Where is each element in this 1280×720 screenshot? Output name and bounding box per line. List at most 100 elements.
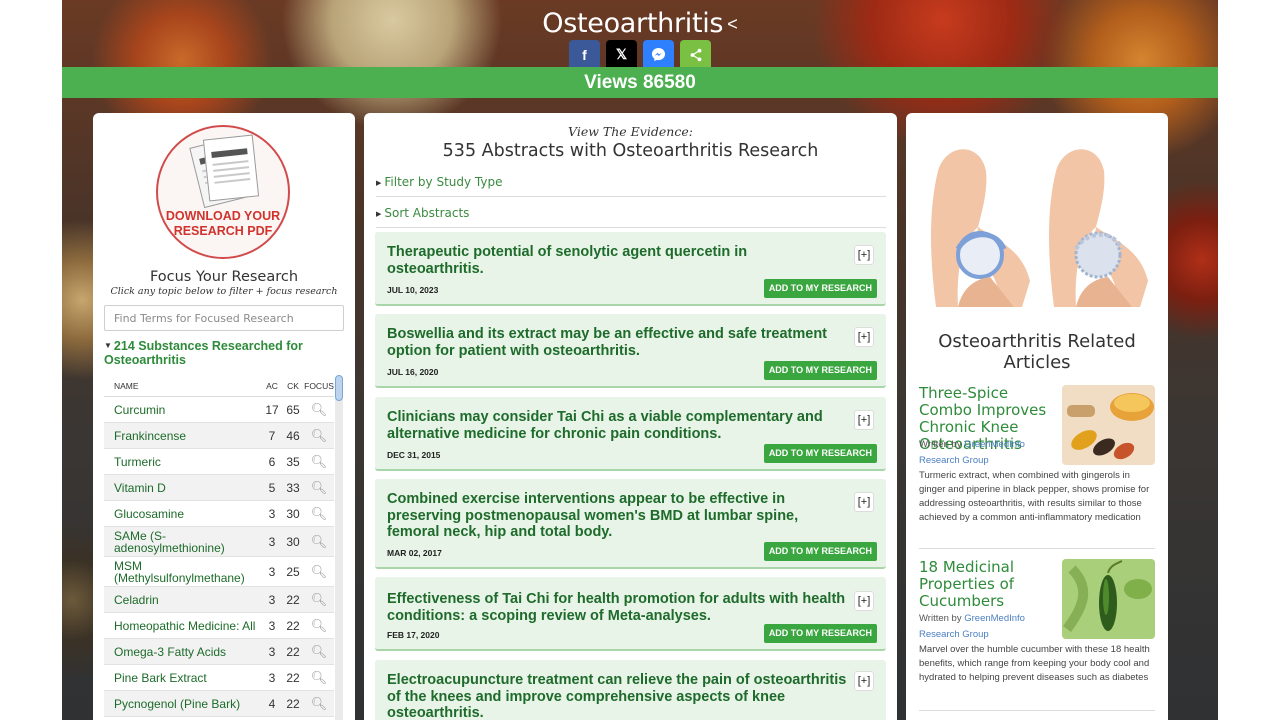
expand-button[interactable]: [+]: [854, 410, 874, 430]
download-pdf-button[interactable]: DOWNLOAD YOUR RESEARCH PDF: [156, 125, 290, 259]
messenger-icon: [651, 47, 666, 62]
table-row[interactable]: Pine Bark Extract 3 22 🔍︎: [104, 665, 334, 691]
substance-name[interactable]: Frankincense: [104, 430, 262, 442]
expand-button[interactable]: [+]: [854, 327, 874, 347]
magnifier-icon[interactable]: 🔍︎: [304, 592, 334, 608]
substance-name[interactable]: Glucosamine: [104, 508, 262, 520]
caret-down-icon: ▼: [104, 341, 112, 350]
substances-toggle[interactable]: ▼ 214 Substances Researched for Osteoarth…: [104, 339, 329, 367]
table-header: NAME AC CK FOCUS: [104, 375, 334, 397]
abstract-title[interactable]: Effectiveness of Tai Chi for health prom…: [387, 591, 847, 624]
substance-name[interactable]: Turmeric: [104, 456, 262, 468]
sort-abstracts[interactable]: ▶ Sort Abstracts: [376, 198, 886, 228]
substance-name[interactable]: Pycnogenol (Pine Bark): [104, 698, 262, 710]
substances-scrollbar[interactable]: [335, 375, 343, 720]
ck-count: 65: [286, 402, 300, 417]
magnifier-icon[interactable]: 🔍︎: [304, 402, 334, 418]
ac-count: 3: [268, 644, 276, 659]
expand-button[interactable]: [+]: [854, 492, 874, 512]
abstract-date: MAR 02, 2017: [387, 548, 442, 558]
abstract-card[interactable]: Boswellia and its extract may be an effe…: [375, 314, 886, 388]
substance-name[interactable]: Pine Bark Extract: [104, 672, 262, 684]
expand-button[interactable]: [+]: [854, 245, 874, 265]
ac-count: 4: [268, 696, 276, 711]
table-row[interactable]: SAMe (S-adenosylmethionine) 3 30 🔍︎: [104, 527, 334, 557]
magnifier-icon[interactable]: 🔍︎: [304, 534, 334, 550]
generic-share-button[interactable]: [680, 40, 711, 69]
abstract-title[interactable]: Combined exercise interventions appear t…: [387, 491, 847, 541]
table-row[interactable]: Celadrin 3 22 🔍︎: [104, 587, 334, 613]
table-row[interactable]: Frankincense 7 46 🔍︎: [104, 423, 334, 449]
facebook-icon: f: [582, 46, 587, 63]
abstract-card[interactable]: Clinicians may consider Tai Chi as a via…: [375, 397, 886, 471]
magnifier-icon[interactable]: 🔍︎: [304, 428, 334, 444]
ac-column-header[interactable]: AC: [262, 381, 282, 391]
expand-button[interactable]: [+]: [854, 591, 874, 611]
substance-name[interactable]: Curcumin: [104, 404, 262, 416]
magnifier-icon[interactable]: 🔍︎: [304, 670, 334, 686]
table-row[interactable]: Curcumin 17 65 🔍︎: [104, 397, 334, 423]
substance-name[interactable]: SAMe (S-adenosylmethionine): [104, 530, 262, 554]
add-to-research-button[interactable]: ADD TO MY RESEARCH: [763, 279, 877, 298]
abstract-title[interactable]: Electroacupuncture treatment can relieve…: [387, 672, 847, 720]
table-row[interactable]: MSM (Methylsulfonylmethane) 3 25 🔍︎: [104, 557, 334, 587]
focus-title: Focus Your Research: [149, 269, 299, 285]
add-to-research-button[interactable]: ADD TO MY RESEARCH: [763, 361, 877, 380]
scrollbar-thumb[interactable]: [335, 375, 343, 401]
spices-thumbnail-image[interactable]: [1062, 385, 1155, 465]
share-icon[interactable]: <: [727, 14, 738, 35]
magnifier-icon[interactable]: 🔍︎: [304, 480, 334, 496]
abstract-date: JUL 10, 2023: [387, 285, 439, 295]
ac-count: 3: [268, 506, 276, 521]
related-article-card[interactable]: 18 Medicinal Properties of Cucumbers Wri…: [919, 559, 1155, 711]
filter-by-study-type[interactable]: ▶ Filter by Study Type: [376, 167, 886, 197]
table-row[interactable]: Glucosamine 3 30 🔍︎: [104, 501, 334, 527]
abstract-title[interactable]: Boswellia and its extract may be an effe…: [387, 326, 847, 359]
related-article-card[interactable]: Three-Spice Combo Improves Chronic Knee …: [919, 385, 1155, 549]
sort-label: Sort Abstracts: [384, 206, 470, 220]
page-title: Osteoarthritis: [542, 8, 724, 39]
magnifier-icon[interactable]: 🔍︎: [304, 696, 334, 712]
abstract-card[interactable]: Combined exercise interventions appear t…: [375, 479, 886, 569]
article-title[interactable]: 18 Medicinal Properties of Cucumbers: [919, 559, 1059, 610]
hip-joint-illustration: [931, 149, 1148, 307]
table-row[interactable]: Omega-3 Fatty Acids 3 22 🔍︎: [104, 639, 334, 665]
ck-count: 33: [286, 480, 300, 495]
expand-button[interactable]: [+]: [854, 671, 874, 691]
article-byline: Written by GreenMedInfo Research Group: [919, 611, 1059, 643]
abstract-card[interactable]: Therapeutic potential of senolytic agent…: [375, 232, 886, 306]
table-row[interactable]: Homeopathic Medicine: All 3 22 🔍︎: [104, 613, 334, 639]
table-row[interactable]: Turmeric 6 35 🔍︎: [104, 449, 334, 475]
ac-count: 3: [268, 564, 276, 579]
substance-name[interactable]: Omega-3 Fatty Acids: [104, 646, 262, 658]
name-column-header[interactable]: NAME: [104, 380, 262, 392]
magnifier-icon[interactable]: 🔍︎: [304, 564, 334, 580]
add-to-research-button[interactable]: ADD TO MY RESEARCH: [763, 444, 877, 463]
substance-name[interactable]: Vitamin D: [104, 482, 262, 494]
table-row[interactable]: Vitamin D 5 33 🔍︎: [104, 475, 334, 501]
x-share-button[interactable]: 𝕏: [606, 40, 637, 69]
table-row[interactable]: Pycnogenol (Pine Bark) 4 22 🔍︎: [104, 691, 334, 717]
abstract-card[interactable]: Effectiveness of Tai Chi for health prom…: [375, 577, 886, 651]
share-buttons: f 𝕏: [62, 40, 1218, 69]
messenger-share-button[interactable]: [643, 40, 674, 69]
magnifier-icon[interactable]: 🔍︎: [304, 506, 334, 522]
abstract-card[interactable]: Electroacupuncture treatment can relieve…: [375, 660, 886, 720]
facebook-share-button[interactable]: f: [569, 40, 600, 69]
substance-name[interactable]: MSM (Methylsulfonylmethane): [104, 560, 262, 584]
substance-name[interactable]: Celadrin: [104, 594, 262, 606]
ck-column-header[interactable]: CK: [282, 381, 304, 391]
page-header: Osteoarthritis < f 𝕏 Views 86580: [62, 0, 1218, 98]
abstract-title[interactable]: Clinicians may consider Tai Chi as a via…: [387, 409, 847, 442]
abstract-title[interactable]: Therapeutic potential of senolytic agent…: [387, 244, 847, 277]
magnifier-icon[interactable]: 🔍︎: [304, 618, 334, 634]
add-to-research-button[interactable]: ADD TO MY RESEARCH: [763, 624, 877, 643]
magnifier-icon[interactable]: 🔍︎: [304, 454, 334, 470]
substances-heading: 214 Substances Researched for Osteoarthr…: [104, 339, 303, 367]
cucumber-thumbnail-image[interactable]: [1062, 559, 1155, 639]
magnifier-icon[interactable]: 🔍︎: [304, 644, 334, 660]
focus-research-panel: DOWNLOAD YOUR RESEARCH PDF Focus Your Re…: [93, 113, 355, 720]
add-to-research-button[interactable]: ADD TO MY RESEARCH: [763, 542, 877, 561]
focus-search-input[interactable]: [104, 305, 344, 331]
substance-name[interactable]: Homeopathic Medicine: All: [104, 620, 262, 632]
